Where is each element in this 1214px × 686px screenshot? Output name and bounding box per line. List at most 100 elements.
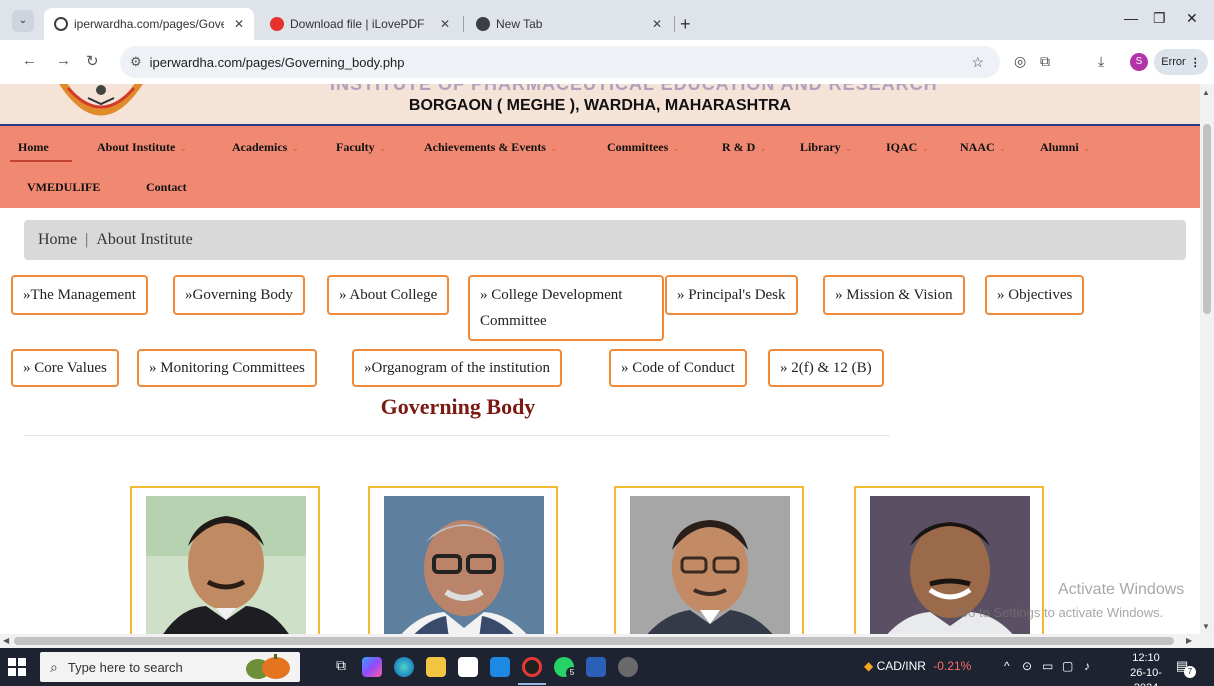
- nav-active-underline: [10, 160, 72, 162]
- nav-label: Contact: [146, 180, 187, 194]
- windows-start-icon[interactable]: [8, 658, 26, 676]
- store-icon[interactable]: [458, 657, 478, 677]
- tab-title: iperwardha.com/pages/Governi: [74, 17, 224, 31]
- breadcrumb-home[interactable]: Home: [38, 231, 77, 249]
- subnav-the-management[interactable]: »The Management: [11, 275, 148, 315]
- subnav-objectives[interactable]: » Objectives: [985, 275, 1085, 315]
- network-icon[interactable]: ▭: [1042, 659, 1053, 673]
- nav-label: IQAC: [886, 140, 918, 154]
- pumpkin-widget-icon[interactable]: [240, 654, 296, 680]
- tab-new-tab[interactable]: New Tab ✕: [466, 8, 672, 40]
- close-tab-icon[interactable]: ✕: [652, 17, 662, 31]
- nav-iqac[interactable]: IQAC ⌄: [886, 140, 929, 155]
- member-photo: [146, 496, 306, 634]
- site-info-icon[interactable]: ⚙: [130, 54, 142, 70]
- forward-icon[interactable]: →: [56, 52, 71, 69]
- reload-icon[interactable]: ↻: [86, 52, 99, 70]
- nav-label: R & D: [722, 140, 756, 154]
- subnav-code-of-conduct[interactable]: » Code of Conduct: [609, 349, 747, 387]
- close-window-button[interactable]: ✕: [1186, 10, 1198, 27]
- scroll-up-icon[interactable]: ▲: [1202, 88, 1210, 97]
- minimize-button[interactable]: —: [1124, 10, 1138, 26]
- nav-label: Achievements & Events: [424, 140, 546, 154]
- task-view-icon[interactable]: ⧉: [331, 657, 351, 677]
- nav-achievements-events[interactable]: Achievements & Events ⌄: [424, 140, 558, 155]
- subnav-mission-vision[interactable]: » Mission & Vision: [823, 275, 965, 315]
- chevron-down-icon: ⌄: [844, 143, 853, 153]
- nav-vmedulife[interactable]: VMEDULIFE: [27, 180, 100, 195]
- meet-now-icon[interactable]: ⊙: [1022, 659, 1032, 673]
- new-tab-button[interactable]: +: [680, 14, 691, 35]
- volume-icon[interactable]: ♪: [1084, 659, 1090, 673]
- kebab-menu-icon: ⋮: [1189, 56, 1201, 69]
- currency-ticker[interactable]: ◆ CAD/INR -0.21%: [864, 659, 971, 673]
- tab-ilovepdf[interactable]: Download file | iLovePDF ✕: [260, 8, 460, 40]
- ticker-change: -0.21%: [933, 659, 972, 673]
- copilot-icon[interactable]: [362, 657, 382, 677]
- system-clock[interactable]: 12:10 26-10-2024: [1126, 651, 1166, 686]
- paint-icon[interactable]: [618, 657, 638, 677]
- subnav-organogram[interactable]: »Organogram of the institution: [352, 349, 562, 387]
- edge-icon[interactable]: [394, 657, 414, 677]
- nav-contact[interactable]: Contact: [146, 180, 187, 195]
- whatsapp-icon[interactable]: 5: [554, 657, 578, 679]
- nav-label: About Institute: [97, 140, 176, 154]
- subnav-monitoring-committees[interactable]: » Monitoring Committees: [137, 349, 317, 387]
- chevron-down-icon: ⌄: [998, 143, 1007, 153]
- nav-home[interactable]: Home: [18, 140, 49, 155]
- nav-naac[interactable]: NAAC ⌄: [960, 140, 1006, 155]
- file-explorer-icon[interactable]: [426, 657, 446, 677]
- nav-committees[interactable]: Committees ⌄: [607, 140, 680, 155]
- subnav-college-development-committee[interactable]: » College Development Committee: [468, 275, 664, 341]
- nav-label: Committees: [607, 140, 669, 154]
- bookmark-star-icon[interactable]: ☆: [971, 54, 984, 71]
- tab-governing-body[interactable]: iperwardha.com/pages/Governi ✕: [44, 8, 254, 40]
- url-text[interactable]: iperwardha.com/pages/Governing_body.php: [150, 55, 405, 70]
- extensions-icon[interactable]: ⧉: [1040, 53, 1050, 70]
- subnav-governing-body[interactable]: »Governing Body: [173, 275, 305, 315]
- browser-chrome: ⌄ iperwardha.com/pages/Governi ✕ Downloa…: [0, 0, 1214, 84]
- clock-date: 26-10-2024: [1130, 667, 1162, 686]
- subnav-2f-12b[interactable]: » 2(f) & 12 (B): [768, 349, 884, 387]
- nav-library[interactable]: Library ⌄: [800, 140, 852, 155]
- close-tab-icon[interactable]: ✕: [440, 17, 450, 31]
- scroll-right-icon[interactable]: ▶: [1186, 636, 1192, 645]
- chrome-icon[interactable]: [522, 657, 542, 677]
- horizontal-scrollbar[interactable]: ◀ ▶: [0, 634, 1214, 648]
- back-icon[interactable]: ←: [22, 52, 37, 69]
- nav-academics[interactable]: Academics ⌄: [232, 140, 299, 155]
- scroll-left-icon[interactable]: ◀: [3, 636, 9, 645]
- activate-windows-hint: Go to Settings to activate Windows.: [958, 605, 1164, 620]
- download-icon[interactable]: ⤓: [1098, 53, 1104, 70]
- active-app-indicator: [518, 683, 546, 685]
- tab-search-button[interactable]: ⌄: [12, 10, 34, 32]
- display-icon[interactable]: ▢: [1062, 659, 1073, 673]
- subnav-about-college[interactable]: » About College: [327, 275, 450, 315]
- scrollbar-thumb[interactable]: [14, 637, 1174, 645]
- scroll-down-icon[interactable]: ▼: [1202, 622, 1210, 631]
- notification-center-icon[interactable]: ▤ 7: [1176, 658, 1196, 678]
- mail-icon[interactable]: [490, 657, 510, 677]
- close-tab-icon[interactable]: ✕: [234, 17, 244, 31]
- subnav-principals-desk[interactable]: » Principal's Desk: [665, 275, 798, 315]
- vertical-scrollbar[interactable]: ▲ ▼: [1200, 84, 1214, 634]
- nav-label: Academics: [232, 140, 288, 154]
- member-photo-card: [368, 486, 558, 634]
- nav-about-institute[interactable]: About Institute ⌄: [97, 140, 187, 155]
- nav-alumni[interactable]: Alumni ⌄: [1040, 140, 1090, 155]
- main-navbar: Home About Institute ⌄ Academics ⌄ Faculty…: [0, 126, 1200, 208]
- error-menu-button[interactable]: Error ⋮: [1154, 49, 1208, 75]
- subnav-core-values[interactable]: » Core Values: [11, 349, 119, 387]
- restore-button[interactable]: ❐: [1153, 10, 1166, 27]
- word-icon[interactable]: [586, 657, 606, 677]
- member-photo-card: [130, 486, 320, 634]
- search-placeholder: Type here to search: [67, 659, 183, 675]
- address-bar[interactable]: ⚙ iperwardha.com/pages/Governing_body.ph…: [120, 46, 1000, 78]
- nav-faculty[interactable]: Faculty ⌄: [336, 140, 386, 155]
- profile-avatar[interactable]: S: [1130, 53, 1148, 71]
- nav-r-and-d[interactable]: R & D ⌄: [722, 140, 767, 155]
- heart-icon: [270, 17, 284, 31]
- lens-icon[interactable]: ◎: [1014, 53, 1026, 70]
- scrollbar-thumb[interactable]: [1203, 124, 1211, 314]
- tray-overflow-icon[interactable]: ^: [1004, 659, 1010, 673]
